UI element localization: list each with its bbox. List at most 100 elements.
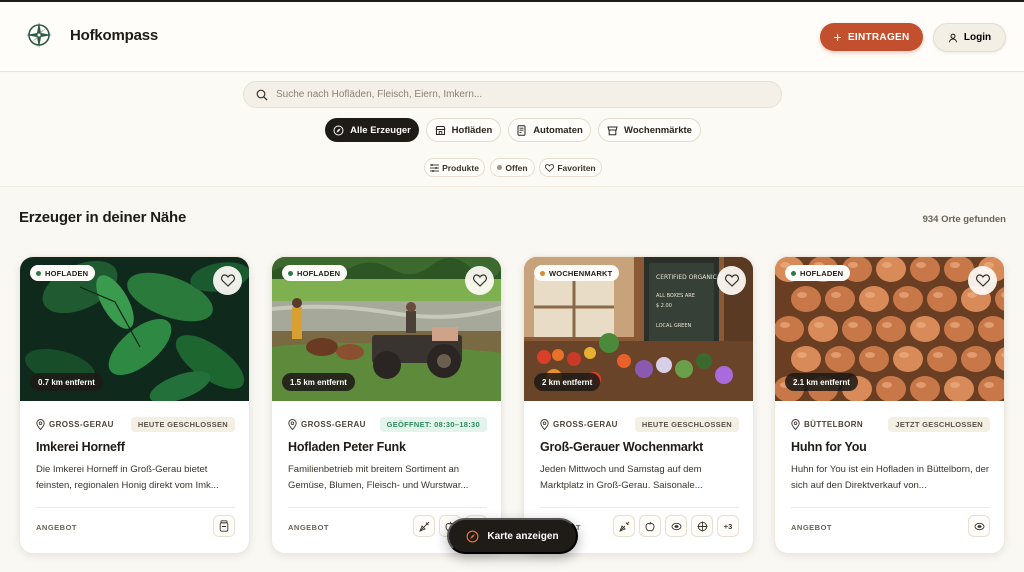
egg-shape bbox=[893, 286, 923, 312]
egg-highlight bbox=[831, 292, 841, 298]
egg-highlight bbox=[797, 352, 807, 358]
favorite-button[interactable] bbox=[465, 266, 494, 295]
favorite-button[interactable] bbox=[213, 266, 242, 295]
results-count: 934 Orte gefunden bbox=[922, 214, 1006, 225]
egg-highlight bbox=[916, 262, 926, 268]
offer-label: ANGEBOT bbox=[36, 523, 77, 532]
egg-highlight bbox=[950, 262, 960, 268]
egg-highlight bbox=[967, 352, 977, 358]
distance-badge: 0.7 km entfernt bbox=[30, 373, 103, 391]
egg-highlight bbox=[848, 262, 858, 268]
cheese-icon bbox=[691, 515, 713, 537]
producer-name[interactable]: Huhn for You bbox=[791, 440, 867, 454]
heart-icon bbox=[724, 274, 739, 287]
egg-icon bbox=[968, 515, 990, 537]
category-chip-wochenmaerkte[interactable]: Wochenmärkte bbox=[598, 118, 701, 142]
status-badge: HEUTE GESCHLOSSEN bbox=[130, 417, 235, 432]
egg-highlight bbox=[984, 322, 994, 328]
card-image[interactable]: HOFLADEN 1.5 km entfernt bbox=[272, 257, 501, 401]
product-icons bbox=[968, 515, 990, 537]
brand-name[interactable]: Hofkompass bbox=[70, 27, 158, 44]
egg-shape bbox=[961, 346, 991, 372]
type-label: HOFLADEN bbox=[800, 268, 844, 278]
egg-highlight bbox=[882, 382, 892, 388]
show-map-button[interactable]: Karte anzeigen bbox=[447, 518, 578, 554]
category-chip-alle-erzeuger[interactable]: Alle Erzeuger bbox=[325, 118, 419, 142]
egg-shape bbox=[927, 346, 957, 372]
egg-highlight bbox=[933, 352, 943, 358]
egg-highlight bbox=[916, 382, 926, 388]
egg-highlight bbox=[865, 352, 875, 358]
favorite-button[interactable] bbox=[968, 266, 997, 295]
egg-highlight bbox=[797, 292, 807, 298]
egg-shape bbox=[775, 316, 804, 342]
producer-card[interactable]: CERTIFIED ORGANIC ALL BOXES ARE $ 2.00 L… bbox=[523, 256, 754, 554]
producer-card[interactable]: HOFLADEN 2.1 km entfernt BÜTTELBORN JETZ… bbox=[774, 256, 1005, 554]
sliders-icon bbox=[430, 163, 440, 172]
egg-highlight bbox=[814, 322, 824, 328]
divider bbox=[36, 507, 235, 508]
filter-label: Offen bbox=[505, 162, 528, 173]
svg-text:ALL BOXES ARE: ALL BOXES ARE bbox=[656, 293, 695, 299]
chip-label: Wochenmärkte bbox=[624, 124, 692, 136]
type-dot-icon bbox=[540, 270, 545, 276]
producer-card[interactable]: HOFLADEN 0.7 km entfernt GROSS-GERAU HEU… bbox=[19, 256, 250, 554]
filter-favoriten[interactable]: Favoriten bbox=[539, 158, 602, 177]
type-label: WOCHENMARKT bbox=[549, 268, 613, 278]
eintragen-button[interactable]: + EINTRAGEN bbox=[820, 23, 923, 51]
svg-text:CERTIFIED ORGANIC: CERTIFIED ORGANIC bbox=[656, 274, 717, 281]
producer-name[interactable]: Imkerei Horneff bbox=[36, 440, 125, 454]
compass-logo-icon[interactable] bbox=[24, 20, 54, 50]
egg-highlight bbox=[882, 322, 892, 328]
egg-shape bbox=[859, 346, 889, 372]
egg-shape bbox=[910, 316, 940, 342]
producer-description: Familienbetrieb mit breitem Sortiment an… bbox=[288, 464, 469, 491]
egg-highlight bbox=[848, 322, 858, 328]
search-bar[interactable] bbox=[243, 81, 782, 108]
type-badge: HOFLADEN bbox=[282, 265, 348, 281]
egg-highlight bbox=[780, 322, 790, 328]
egg-shape bbox=[791, 286, 821, 312]
category-chip-automaten[interactable]: Automaten bbox=[508, 118, 591, 142]
filter-offen[interactable]: Offen bbox=[490, 158, 535, 177]
eintragen-label: EINTRAGEN bbox=[847, 31, 910, 43]
egg-shape bbox=[859, 286, 889, 312]
category-chip-hoflaeden[interactable]: Hofläden bbox=[426, 118, 501, 142]
egg-highlight bbox=[865, 292, 875, 298]
producer-name[interactable]: Hofladen Peter Funk bbox=[288, 440, 406, 454]
filter-label: Produkte bbox=[442, 162, 479, 173]
egg-shape bbox=[842, 316, 872, 342]
location-pin-icon bbox=[540, 419, 549, 430]
egg-highlight bbox=[950, 322, 960, 328]
filter-produkte[interactable]: Produkte bbox=[424, 158, 485, 177]
login-button[interactable]: Login bbox=[933, 23, 1006, 52]
distance-badge: 2.1 km entfernt bbox=[785, 373, 858, 391]
user-icon bbox=[948, 33, 957, 42]
card-body: GROSS-GERAU HEUTE GESCHLOSSEN Imkerei Ho… bbox=[20, 401, 249, 553]
divider bbox=[288, 507, 487, 508]
chip-label: Alle Erzeuger bbox=[350, 124, 411, 136]
vending-machine-icon bbox=[517, 124, 526, 136]
producer-name[interactable]: Groß-Gerauer Wochenmarkt bbox=[540, 440, 703, 454]
producer-description: Huhn for You ist ein Hofladen in Büttelb… bbox=[791, 464, 990, 491]
location-label: GROSS-GERAU bbox=[301, 420, 366, 429]
search-input[interactable] bbox=[276, 89, 756, 100]
location-label: BÜTTELBORN bbox=[804, 420, 864, 429]
egg-shape bbox=[808, 316, 838, 342]
type-badge: HOFLADEN bbox=[30, 265, 96, 281]
egg-highlight bbox=[899, 352, 909, 358]
svg-text:$ 2.00: $ 2.00 bbox=[656, 303, 672, 309]
favorite-button[interactable] bbox=[717, 266, 746, 295]
card-location: BÜTTELBORN bbox=[791, 419, 863, 430]
map-button-label: Karte anzeigen bbox=[487, 530, 559, 542]
type-badge: HOFLADEN bbox=[785, 265, 851, 281]
compass-icon bbox=[333, 125, 344, 135]
type-dot-icon bbox=[288, 270, 293, 276]
producer-card[interactable]: HOFLADEN 1.5 km entfernt GROSS-GERAU GEÖ… bbox=[271, 256, 502, 554]
card-image[interactable]: HOFLADEN 0.7 km entfernt bbox=[20, 257, 249, 401]
egg-highlight bbox=[916, 322, 926, 328]
svg-text:LOCAL GREEN: LOCAL GREEN bbox=[656, 323, 691, 329]
card-image[interactable]: HOFLADEN 2.1 km entfernt bbox=[775, 257, 1004, 401]
card-image[interactable]: CERTIFIED ORGANIC ALL BOXES ARE $ 2.00 L… bbox=[524, 257, 753, 401]
carrot-icon bbox=[413, 515, 435, 537]
